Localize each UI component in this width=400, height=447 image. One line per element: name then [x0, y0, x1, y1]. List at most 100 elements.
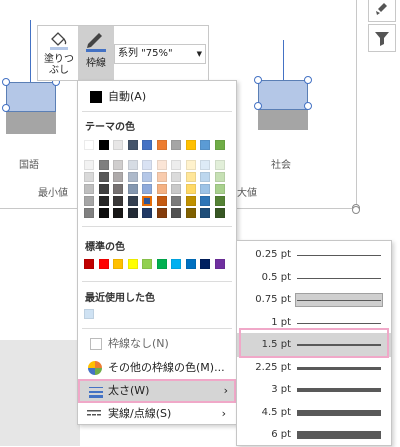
series-select[interactable]: 系列 "75%" ▼	[114, 44, 206, 64]
weight-option[interactable]: 3 pt	[237, 378, 391, 402]
color-swatch[interactable]	[84, 160, 94, 170]
color-swatch[interactable]	[185, 259, 196, 269]
color-swatch[interactable]	[127, 196, 138, 206]
color-swatch[interactable]	[84, 184, 94, 194]
color-swatch[interactable]	[214, 259, 225, 269]
selection-handle[interactable]	[254, 76, 262, 84]
color-swatch[interactable]	[156, 160, 167, 170]
color-swatch[interactable]	[98, 196, 109, 206]
color-swatch[interactable]	[98, 184, 109, 194]
color-swatch[interactable]	[171, 160, 181, 170]
color-swatch[interactable]	[185, 160, 196, 170]
color-swatch[interactable]	[84, 259, 94, 269]
color-swatch[interactable]	[185, 208, 196, 218]
menu-item-weight[interactable]: 太さ(W) ›	[78, 379, 236, 403]
color-swatch[interactable]	[171, 208, 181, 218]
color-swatch[interactable]	[84, 196, 94, 206]
chart-resize-handle[interactable]	[352, 206, 360, 214]
chart-filters-button[interactable]	[368, 24, 396, 52]
selection-handle[interactable]	[2, 78, 10, 86]
color-swatch[interactable]	[98, 259, 109, 269]
color-swatch[interactable]	[142, 172, 152, 182]
weight-option-label: 0.75 pt	[255, 294, 291, 305]
selection-handle[interactable]	[304, 76, 312, 84]
color-swatch[interactable]	[84, 172, 94, 182]
color-swatch[interactable]	[84, 140, 94, 150]
menu-item-dashes[interactable]: 実線/点線(S) ›	[78, 403, 236, 425]
color-swatch[interactable]	[214, 196, 225, 206]
color-swatch[interactable]	[156, 184, 167, 194]
color-swatch[interactable]	[142, 140, 152, 150]
color-swatch[interactable]	[98, 160, 109, 170]
color-swatch[interactable]	[171, 140, 181, 150]
color-swatch[interactable]	[113, 160, 123, 170]
color-swatch[interactable]	[200, 259, 210, 269]
color-swatch[interactable]	[171, 259, 181, 269]
box-lower-kokugo[interactable]	[6, 112, 56, 134]
color-swatch[interactable]	[156, 196, 167, 206]
color-swatch[interactable]	[98, 140, 109, 150]
color-swatch[interactable]	[214, 160, 225, 170]
color-swatch[interactable]	[185, 172, 196, 182]
box-lower-shakai[interactable]	[258, 110, 308, 130]
color-swatch[interactable]	[142, 160, 152, 170]
color-swatch[interactable]	[214, 140, 225, 150]
color-swatch[interactable]	[127, 259, 138, 269]
color-swatch[interactable]	[84, 309, 94, 319]
color-swatch[interactable]	[200, 140, 210, 150]
box-upper-kokugo[interactable]	[6, 82, 56, 112]
color-swatch[interactable]	[171, 172, 181, 182]
color-swatch[interactable]	[113, 172, 123, 182]
color-swatch[interactable]	[200, 196, 210, 206]
color-swatch[interactable]	[127, 172, 138, 182]
color-swatch[interactable]	[142, 259, 152, 269]
shape-fill-button[interactable]: 塗りつ ぶし	[42, 28, 76, 78]
color-swatch[interactable]	[113, 208, 123, 218]
menu-item-more-colors[interactable]: その他の枠線の色(M)...	[78, 357, 236, 379]
weight-option[interactable]: 0.5 pt	[237, 266, 391, 290]
selection-handle[interactable]	[2, 104, 10, 112]
color-swatch[interactable]	[142, 184, 152, 194]
color-swatch[interactable]	[214, 208, 225, 218]
color-swatch[interactable]	[200, 160, 210, 170]
color-swatch[interactable]	[113, 140, 123, 150]
color-swatch[interactable]	[156, 259, 167, 269]
weight-option[interactable]: 0.75 pt	[237, 288, 391, 312]
menu-item-automatic[interactable]: 自動(A)	[78, 86, 236, 108]
selection-handle[interactable]	[304, 102, 312, 110]
color-swatch[interactable]	[185, 184, 196, 194]
weight-option[interactable]: 0.25 pt	[237, 243, 391, 267]
color-swatch[interactable]	[156, 172, 167, 182]
weight-option[interactable]: 4.5 pt	[237, 401, 391, 425]
menu-item-no-outline[interactable]: 枠線なし(N)	[78, 333, 236, 355]
color-swatch[interactable]	[98, 172, 109, 182]
color-swatch[interactable]	[127, 140, 138, 150]
color-swatch[interactable]	[113, 259, 123, 269]
color-swatch[interactable]	[171, 184, 181, 194]
color-swatch[interactable]	[142, 196, 152, 206]
color-swatch[interactable]	[185, 140, 196, 150]
color-swatch[interactable]	[156, 140, 167, 150]
color-swatch[interactable]	[171, 196, 181, 206]
color-swatch[interactable]	[113, 196, 123, 206]
color-swatch[interactable]	[200, 184, 210, 194]
chart-styles-button[interactable]	[368, 0, 396, 22]
box-upper-shakai[interactable]	[258, 80, 308, 110]
shape-outline-button[interactable]: 枠線	[78, 26, 114, 81]
color-swatch[interactable]	[185, 196, 196, 206]
color-swatch[interactable]	[98, 208, 109, 218]
color-swatch[interactable]	[200, 208, 210, 218]
color-swatch[interactable]	[84, 208, 94, 218]
color-swatch[interactable]	[127, 160, 138, 170]
weight-option[interactable]: 2.25 pt	[237, 356, 391, 380]
color-swatch[interactable]	[142, 208, 152, 218]
color-swatch[interactable]	[156, 208, 167, 218]
color-swatch[interactable]	[127, 208, 138, 218]
color-swatch[interactable]	[200, 172, 210, 182]
weight-option[interactable]: 6 pt	[237, 423, 391, 447]
selection-handle[interactable]	[254, 102, 262, 110]
color-swatch[interactable]	[127, 184, 138, 194]
color-swatch[interactable]	[113, 184, 123, 194]
color-swatch[interactable]	[214, 184, 225, 194]
color-swatch[interactable]	[214, 172, 225, 182]
